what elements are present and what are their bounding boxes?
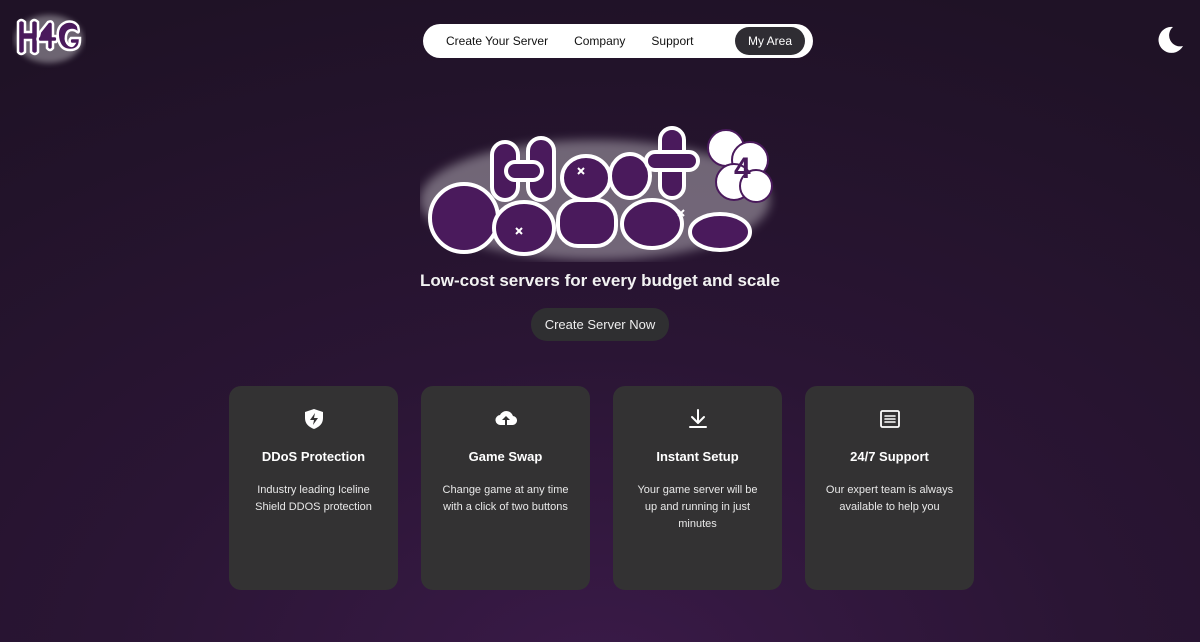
feature-text: Your game server will be up and running … <box>637 484 758 530</box>
svg-text:4: 4 <box>734 152 751 185</box>
feature-card-support: 24/7 Support Our expert team is always a… <box>805 386 974 590</box>
nav-support[interactable]: Support <box>638 27 706 55</box>
hero-tagline: Low-cost servers for every budget and sc… <box>420 271 780 290</box>
feature-card-game-swap: Game Swap Change game at any time with a… <box>421 386 590 590</box>
download-icon <box>688 409 707 428</box>
feature-text: Change game at any time with a click of … <box>442 484 569 513</box>
feature-text: Industry leading Iceline Shield DDOS pro… <box>255 484 372 513</box>
create-server-now-button[interactable]: Create Server Now <box>531 308 669 341</box>
feature-card-ddos: DDoS Protection Industry leading Iceline… <box>229 386 398 590</box>
nav-my-area[interactable]: My Area <box>734 27 805 55</box>
nav-company[interactable]: Company <box>561 27 638 55</box>
cloud-upload-icon <box>494 411 517 427</box>
nav-create-your-server[interactable]: Create Your Server <box>433 27 561 55</box>
main-nav: Create Your Server Company Support My Ar… <box>423 24 813 58</box>
feature-title: DDoS Protection <box>261 449 366 464</box>
feature-title: Game Swap <box>468 449 543 464</box>
feature-title: 24/7 Support <box>850 449 929 464</box>
feature-card-instant-setup: Instant Setup Your game server will be u… <box>613 386 782 590</box>
feature-title: Instant Setup <box>656 449 739 464</box>
moon-icon[interactable] <box>1154 24 1186 56</box>
shield-bolt-icon <box>304 409 323 429</box>
host4games-logo: 4 <box>420 126 773 260</box>
feature-text: Our expert team is always available to h… <box>825 484 954 513</box>
feature-cards: DDoS Protection Industry leading Iceline… <box>229 386 974 590</box>
h4g-logo[interactable] <box>12 10 86 68</box>
newspaper-icon <box>879 410 900 428</box>
